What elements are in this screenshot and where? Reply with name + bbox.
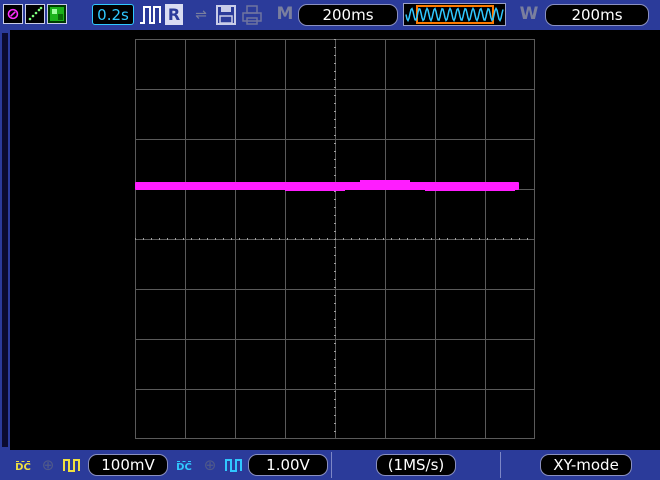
waveform-preview[interactable] bbox=[403, 3, 506, 26]
persist-tile[interactable] bbox=[47, 4, 67, 24]
display-mode-tile[interactable] bbox=[25, 4, 45, 24]
usb-icon: ⇌ bbox=[195, 7, 207, 23]
printer-icon[interactable] bbox=[242, 5, 262, 25]
trace-noise-3 bbox=[425, 188, 515, 191]
run-stop-tile[interactable]: ⊘ bbox=[3, 4, 23, 24]
acquisition-mode-readout[interactable]: XY-mode bbox=[540, 454, 632, 476]
ch1-probe-icon[interactable] bbox=[63, 457, 83, 473]
persist-icon bbox=[50, 7, 64, 21]
pulse-trigger-icon[interactable] bbox=[139, 4, 163, 26]
ch1-dc-icon bbox=[16, 454, 30, 462]
trace-noise-2 bbox=[360, 180, 410, 183]
horizontal-time-readout[interactable]: 200ms bbox=[298, 4, 398, 26]
ch1-coupling[interactable]: DC bbox=[14, 454, 32, 476]
xy-trace bbox=[135, 180, 519, 191]
ch2-coupling-label: DC bbox=[176, 462, 192, 473]
bottom-separator-1 bbox=[331, 452, 332, 478]
floppy-disk-icon[interactable] bbox=[216, 5, 236, 25]
marker-label: M bbox=[276, 4, 294, 24]
ch1-scale-readout[interactable]: 100mV bbox=[88, 454, 168, 476]
ch1-bandwidth-icon: ⊕ bbox=[41, 456, 55, 474]
trace-noise-1 bbox=[285, 188, 345, 191]
xy-plot-area bbox=[135, 39, 535, 439]
xy-dots-icon bbox=[28, 6, 43, 21]
center-vertical-axis bbox=[334, 39, 336, 439]
bottom-separator-2 bbox=[500, 452, 501, 478]
ch1-coupling-label: DC bbox=[15, 462, 31, 473]
run-state-badge: R bbox=[165, 4, 183, 25]
waveform-icon bbox=[405, 6, 504, 23]
sample-rate-readout: (1MS/s) bbox=[376, 454, 456, 476]
left-side-strip bbox=[0, 30, 10, 450]
ch2-probe-icon[interactable] bbox=[225, 457, 245, 473]
ch2-dc-icon bbox=[177, 454, 191, 462]
ch2-coupling[interactable]: DC bbox=[175, 454, 193, 476]
window-marker-label: W bbox=[519, 4, 539, 24]
window-time-readout[interactable]: 200ms bbox=[545, 4, 649, 26]
ch2-bandwidth-icon: ⊕ bbox=[203, 456, 217, 474]
ch2-scale-readout[interactable]: 1.00V bbox=[248, 454, 328, 476]
play-pause-icon: ⊘ bbox=[6, 4, 20, 23]
timebase-readout[interactable]: 0.2s bbox=[92, 4, 134, 25]
